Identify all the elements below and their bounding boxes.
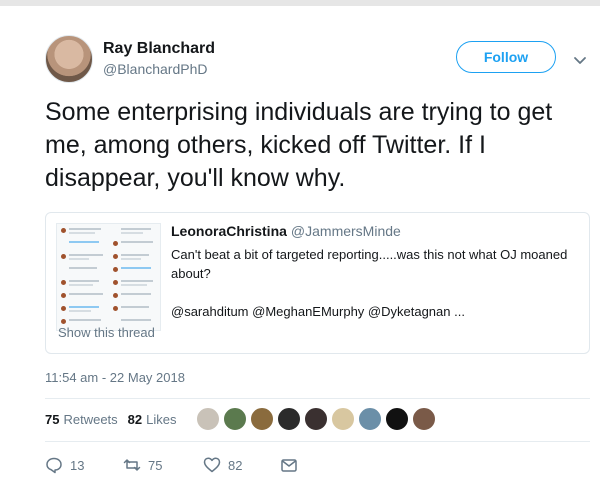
engagement-stats: 75 Retweets 82 Likes: [45, 412, 177, 427]
retweets-count: 75: [45, 412, 60, 427]
retweet-count: 75: [148, 457, 163, 473]
retweet-icon: [123, 459, 141, 471]
retweets-stat[interactable]: 75 Retweets: [45, 412, 118, 427]
quoted-tweet-text: Can't beat a bit of targeted reporting..…: [171, 247, 568, 281]
direct-message-button[interactable]: [280, 456, 298, 474]
liker-avatar[interactable]: [304, 407, 328, 431]
liker-avatar[interactable]: [358, 407, 382, 431]
liker-avatars: [196, 407, 436, 433]
retweets-label: Retweets: [63, 412, 118, 427]
chevron-down-icon[interactable]: [572, 52, 588, 68]
liker-avatar[interactable]: [412, 407, 436, 431]
show-thread-link[interactable]: Show this thread: [58, 325, 155, 340]
heart-icon: [203, 457, 221, 473]
follow-button[interactable]: Follow: [456, 41, 556, 73]
author-avatar[interactable]: [45, 35, 93, 83]
reply-icon: [46, 457, 62, 474]
quoted-tweet-mentions[interactable]: @sarahditum @MeghanEMurphy @Dyketagnan .…: [171, 304, 465, 319]
tweet-timestamp[interactable]: 11:54 am - 22 May 2018: [45, 370, 185, 385]
tweet-actions: 13 75 82: [45, 456, 345, 478]
liker-avatar[interactable]: [223, 407, 247, 431]
quoted-author[interactable]: LeonoraChristina @JammersMinde: [171, 223, 401, 239]
window-top-edge: [0, 0, 600, 6]
likes-stat[interactable]: 82 Likes: [128, 412, 177, 427]
liker-avatar[interactable]: [250, 407, 274, 431]
envelope-icon: [281, 459, 297, 472]
likes-count: 82: [127, 412, 143, 427]
quoted-author-name[interactable]: LeonoraChristina: [171, 223, 287, 239]
divider-bottom: [45, 441, 590, 442]
divider-top: [45, 398, 590, 399]
liker-avatar[interactable]: [196, 407, 220, 431]
quoted-tweet[interactable]: LeonoraChristina @JammersMinde Can't beat…: [45, 212, 590, 354]
retweet-button[interactable]: 75: [123, 456, 162, 474]
quoted-author-handle[interactable]: @JammersMinde: [291, 223, 401, 239]
tweet-text: Some enterprising individuals are trying…: [45, 98, 553, 192]
quoted-tweet-thumbnail[interactable]: [56, 223, 161, 331]
author-handle[interactable]: @BlanchardPhD: [103, 61, 208, 77]
like-count: 82: [228, 457, 243, 473]
liker-avatar[interactable]: [331, 407, 355, 431]
reply-button[interactable]: 13: [45, 456, 84, 474]
author-name[interactable]: Ray Blanchard: [103, 40, 215, 58]
reply-count: 13: [70, 457, 85, 473]
liker-avatar[interactable]: [277, 407, 301, 431]
like-button[interactable]: 82: [203, 456, 242, 474]
likes-label: Likes: [146, 412, 177, 427]
liker-avatar[interactable]: [385, 407, 409, 431]
